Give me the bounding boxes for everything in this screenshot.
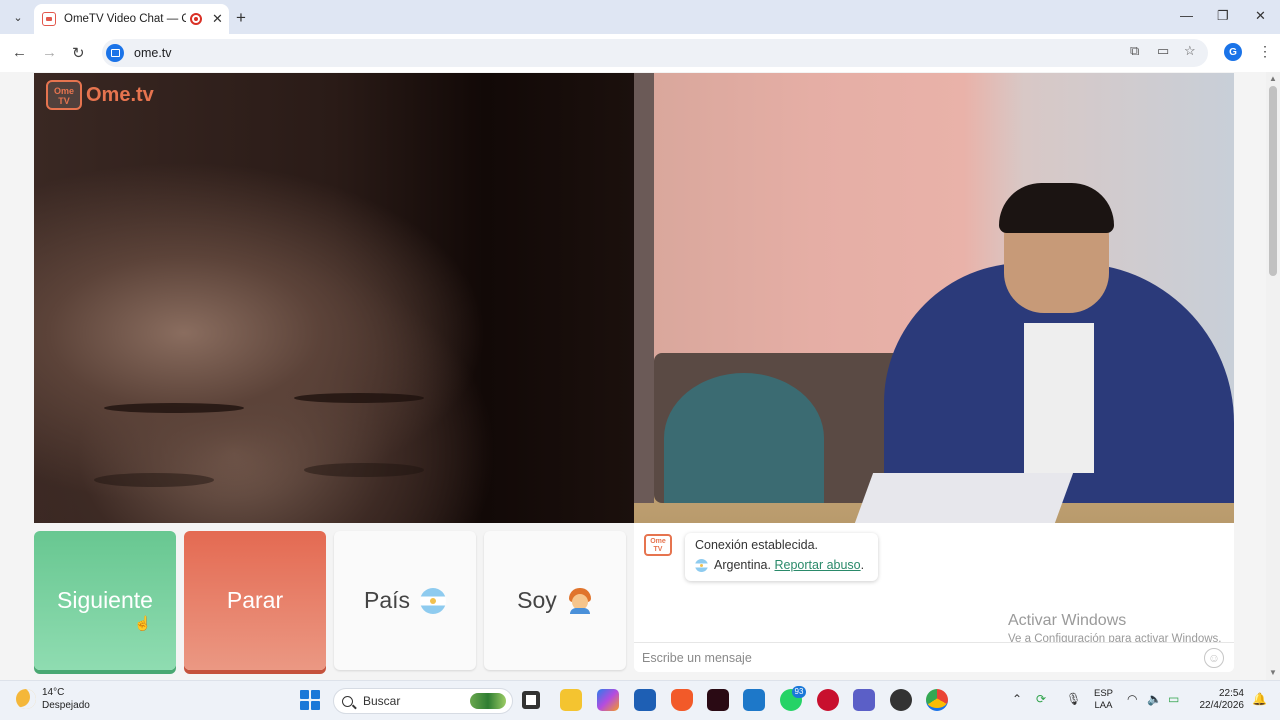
video-detail (664, 373, 824, 503)
argentina-flag-icon (695, 558, 708, 572)
outlook-icon[interactable] (743, 689, 765, 711)
country-button-label: País (363, 587, 411, 613)
temperature: 14°C (42, 687, 65, 698)
search-icon (342, 695, 353, 707)
show-hidden-icons-chevron-icon[interactable]: ⌃ (1012, 692, 1022, 706)
report-suffix: . (860, 558, 865, 572)
notifications-icon[interactable]: 🔔 (1252, 692, 1267, 706)
page-scrollbar[interactable]: ▲ ▼ (1266, 72, 1280, 680)
weather-widget[interactable]: 14°C Despejado (16, 686, 90, 712)
next-button[interactable]: Siguiente (34, 531, 176, 670)
chrome-icon[interactable] (926, 689, 948, 711)
video-detail (999, 183, 1114, 233)
mouse-cursor-icon: ☝ (134, 615, 152, 631)
partner-video (34, 73, 634, 523)
logo-text: Ome.tv (86, 83, 154, 106)
scroll-down-icon[interactable]: ▼ (1269, 668, 1277, 677)
browser-tabstrip: ⌄ OmeTV Video Chat — Ome ✕ + — ❐ ✕ (0, 0, 1280, 34)
tab-close-icon[interactable]: ✕ (212, 11, 223, 27)
video-detail (294, 393, 424, 403)
system-message-bubble: Conexión establecida. Argentina. Reporta… (685, 533, 878, 581)
message-input-bar (634, 642, 1234, 672)
whatsapp-badge: 93 (792, 686, 806, 698)
stop-button-label: Parar (226, 587, 284, 613)
install-app-icon[interactable]: ▭ (1157, 43, 1169, 59)
ometv-favicon-icon (42, 12, 56, 26)
forward-icon[interactable]: → (42, 44, 57, 61)
site-info-icon[interactable] (106, 44, 124, 62)
tab-title: OmeTV Video Chat — Ome (64, 13, 186, 25)
scrollbar-thumb[interactable] (1269, 86, 1277, 276)
volume-icon[interactable]: 🔈 (1147, 692, 1162, 706)
clock-time: 22:54 (1218, 688, 1244, 699)
video-detail (104, 403, 244, 413)
report-abuse-link[interactable]: Reportar abuso (774, 558, 860, 572)
emoji-icon[interactable]: ☺ (1204, 648, 1224, 668)
battery-icon[interactable]: ▭ (1168, 692, 1179, 706)
windows-start-icon[interactable] (300, 690, 320, 710)
close-window-icon[interactable]: ✕ (1255, 8, 1266, 24)
browser-tab[interactable]: OmeTV Video Chat — Ome ✕ (34, 4, 229, 34)
store-icon[interactable] (634, 689, 656, 711)
address-bar[interactable]: ome.tv (102, 39, 1208, 67)
language-indicator[interactable]: ESP LAA (1094, 688, 1113, 712)
minimize-icon[interactable]: — (1180, 8, 1193, 23)
chat-logo-icon: Ome TV (644, 534, 672, 556)
menu-kebab-icon[interactable]: ⋮ (1258, 43, 1272, 60)
gender-button[interactable]: Soy (484, 531, 626, 670)
teams-icon[interactable] (853, 689, 875, 711)
self-video (634, 73, 1234, 523)
back-icon[interactable]: ← (12, 44, 27, 61)
taskbar-search[interactable]: Buscar (333, 688, 513, 714)
new-tab-button[interactable]: + (236, 8, 246, 28)
next-button-label: Siguiente (57, 587, 153, 613)
search-label: Buscar (363, 694, 401, 708)
profile-avatar[interactable]: G (1224, 43, 1242, 61)
logo-tv-icon: Ome TV (46, 80, 82, 110)
weather-condition: Despejado (42, 700, 90, 711)
keyboard-layout: LAA (1094, 700, 1113, 711)
wifi-icon[interactable]: ◠ (1127, 692, 1137, 706)
task-view-icon[interactable] (522, 691, 540, 709)
record-app-icon[interactable] (817, 689, 839, 711)
microphone-icon[interactable]: 🎙 (1066, 692, 1081, 706)
tab-search-chevron-icon[interactable]: ⌄ (8, 7, 28, 27)
partner-country: Argentina. (714, 558, 771, 572)
stop-button[interactable]: Parar (184, 531, 326, 670)
video-detail (1024, 323, 1094, 473)
bookmark-star-icon[interactable]: ☆ (1184, 43, 1196, 59)
translate-icon[interactable]: ⧉ (1130, 43, 1139, 59)
message-input[interactable] (642, 648, 1182, 668)
browser-toolbar: ← → ↻ ome.tv ⧉ ▭ ☆ G ⋮ (0, 34, 1280, 72)
watermark-title: Activar Windows (1008, 612, 1127, 629)
connection-status: Conexión establecida. (695, 538, 818, 552)
clock-date: 22/4/2026 (1199, 700, 1245, 711)
video-detail (634, 73, 654, 503)
argentina-flag-icon (420, 587, 447, 614)
url-text[interactable]: ome.tv (134, 46, 172, 60)
search-highlight-icon (470, 693, 506, 709)
file-explorer-icon[interactable] (560, 689, 582, 711)
language-code: ESP (1094, 688, 1114, 699)
recording-icon (190, 13, 202, 25)
scroll-up-icon[interactable]: ▲ (1269, 74, 1277, 83)
brave-browser-icon[interactable] (671, 689, 693, 711)
obs-icon[interactable] (890, 689, 912, 711)
country-button[interactable]: País (334, 531, 476, 670)
video-detail (854, 473, 1074, 523)
ometv-logo: Ome TV Ome.tv (46, 80, 154, 110)
sync-icon[interactable]: ⟳ (1036, 692, 1046, 706)
maximize-icon[interactable]: ❐ (1217, 8, 1229, 24)
moon-icon (16, 689, 36, 709)
valorant-icon[interactable] (707, 689, 729, 711)
video-detail (94, 473, 214, 487)
video-detail (304, 463, 424, 477)
boy-avatar-icon (567, 587, 593, 614)
gender-button-label: Soy (517, 587, 557, 613)
copilot-icon[interactable] (597, 689, 619, 711)
reload-icon[interactable]: ↻ (72, 44, 85, 62)
activate-windows-watermark: Activar Windows Ve a Configuración para … (1008, 612, 1222, 645)
system-clock[interactable]: 22:54 22/4/2026 (1196, 688, 1245, 712)
